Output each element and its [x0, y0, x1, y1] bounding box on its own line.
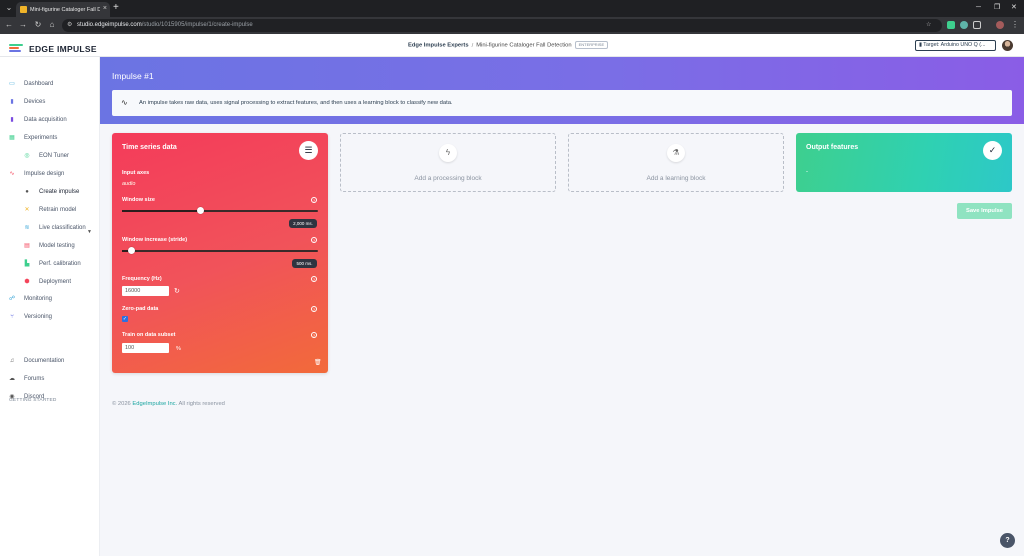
tab-close-icon[interactable]: × [103, 5, 107, 13]
window-size-slider-handle[interactable] [196, 207, 204, 214]
enterprise-badge: ENTERPRISE [574, 41, 609, 49]
maximize-icon[interactable]: ❐ [994, 2, 1000, 14]
window-increase-value: 500 ms. [292, 259, 317, 268]
add-processing-block[interactable]: ϟ Add a processing block [340, 133, 556, 192]
target-device-button[interactable]: ▮ Target: Arduino UNO Q (... [915, 40, 996, 51]
book-icon: ♫ [9, 358, 15, 364]
breadcrumb-project[interactable]: Mini-figurine Cataloger Fall Detection [476, 43, 571, 49]
close-window-icon[interactable]: ✕ [1011, 2, 1017, 14]
new-tab-icon[interactable]: + [113, 2, 119, 14]
window-increase-slider[interactable] [122, 247, 318, 254]
discord-icon: ◉ [9, 394, 15, 400]
window-increase-label: Window increase (stride) [122, 237, 188, 243]
window-size-value: 2,000 ms. [289, 219, 317, 228]
frequency-input[interactable]: 16000 [122, 286, 169, 296]
device-icon: ▮ [10, 99, 14, 105]
add-learning-block[interactable]: ⚗ Add a learning block [568, 133, 784, 192]
help-icon[interactable]: ? [311, 237, 317, 243]
dot-icon: ● [25, 189, 29, 195]
forward-icon[interactable]: → [18, 20, 28, 30]
reload-icon[interactable]: ↻ [33, 20, 43, 30]
edge-impulse-logo-icon[interactable] [9, 44, 23, 54]
breadcrumb-org[interactable]: Edge Impulse Experts [408, 43, 469, 49]
home-icon[interactable]: ⌂ [47, 20, 57, 30]
window-size-label: Window size [122, 197, 155, 203]
site-info-icon[interactable]: ⚙ [67, 21, 72, 30]
refresh-icon[interactable]: ↻ [174, 287, 180, 296]
main-content: Impulse #1 ∿ An impulse takes raw data, … [100, 57, 1024, 556]
output-features-title: Output features [806, 144, 859, 151]
versioning-icon: ⑂ [10, 314, 14, 320]
deployment-icon: ⬢ [24, 279, 30, 285]
page-title: Impulse #1 [112, 71, 154, 81]
chevron-down-icon[interactable]: ▼ [87, 229, 92, 235]
monitoring-icon: ☍ [9, 296, 16, 302]
help-icon[interactable]: ? [311, 197, 317, 203]
checkmark-icon: ✓ [983, 141, 1002, 160]
time-series-card: Time series data ☰ Input axes audio Wind… [112, 133, 328, 373]
tab-favicon-icon [20, 6, 27, 13]
extension-green-icon[interactable] [960, 21, 968, 29]
tab-title: Mini-figurine Cataloger Fall Det... [30, 7, 100, 13]
bookmark-star-icon[interactable]: ☆ [926, 21, 931, 30]
output-features-card: Output features ✓ - [796, 133, 1012, 192]
zero-pad-label: Zero-pad data [122, 306, 159, 312]
back-icon[interactable]: ← [4, 20, 14, 30]
input-axes-value: audio [122, 181, 136, 187]
breadcrumb: Edge Impulse Experts / Mini-figurine Catal… [408, 41, 609, 51]
percent-unit: % [176, 346, 181, 352]
url-text[interactable]: studio.edgeimpulse.com/studio/1015905/im… [77, 21, 253, 30]
calibration-icon: ▙ [24, 261, 30, 267]
help-icon[interactable]: ? [311, 306, 317, 312]
browser-tab-bar: ⌄ Mini-figurine Cataloger Fall Det... × … [0, 0, 1024, 17]
subset-input[interactable]: 100 [122, 343, 169, 353]
trash-icon[interactable]: 🗑 [314, 359, 322, 367]
wave-icon: ∿ [9, 171, 15, 177]
forum-icon: ☁ [9, 376, 15, 382]
retrain-icon: ✕ [24, 207, 30, 213]
logo-text[interactable]: EDGE IMPULSE [29, 44, 97, 55]
time-series-title: Time series data [122, 144, 177, 151]
footer-company-link[interactable]: EdgeImpulse Inc. [132, 401, 177, 407]
monitor-icon: ▭ [9, 81, 15, 87]
minimize-icon[interactable]: ─ [976, 2, 981, 14]
subset-label: Train on data subset [122, 332, 176, 338]
info-box: ∿ An impulse takes raw data, uses signal… [112, 90, 1012, 116]
user-avatar[interactable] [1002, 40, 1013, 51]
testing-icon: ▤ [24, 243, 30, 249]
extension-shield-icon[interactable] [947, 21, 955, 29]
info-text: An impulse takes raw data, uses signal p… [139, 100, 453, 106]
address-bar[interactable]: ⚙ studio.edgeimpulse.com/studio/1015905/… [62, 19, 942, 32]
browser-menu-icon[interactable]: ⋮ [1010, 20, 1020, 30]
add-learning-label: Add a learning block [646, 175, 706, 182]
live-icon: ≋ [24, 225, 30, 231]
browser-tab[interactable]: Mini-figurine Cataloger Fall Det... × [16, 2, 110, 17]
page-banner: Impulse #1 ∿ An impulse takes raw data, … [100, 57, 1024, 124]
database-icon: ☰ [299, 141, 318, 160]
window-size-fill [122, 210, 201, 212]
pulse-icon: ∿ [121, 98, 128, 107]
tuner-icon: ◎ [24, 153, 30, 159]
help-icon[interactable]: ? [311, 332, 317, 338]
lightning-icon: ϟ [439, 144, 457, 162]
window-size-slider[interactable] [122, 207, 318, 214]
help-chat-button[interactable]: ? [1000, 533, 1015, 548]
browser-toolbar: ← → ↻ ⌂ ⚙ studio.edgeimpulse.com/studio/… [0, 17, 1024, 34]
input-axes-label: Input axes [122, 170, 150, 176]
zero-pad-checkbox[interactable]: ✓ [122, 316, 128, 322]
sidebar: ▭ Dashboard ▮ Devices ▮ Data acquisition ▦ E… [0, 57, 100, 556]
extensions-puzzle-icon[interactable] [973, 21, 981, 29]
add-processing-label: Add a processing block [414, 175, 482, 182]
window-increase-slider-handle[interactable] [128, 247, 136, 254]
database-icon: ▮ [10, 117, 14, 123]
footer: © 2026 EdgeImpulse Inc. All rights reser… [112, 401, 225, 407]
output-features-value: - [806, 169, 808, 175]
flask-icon: ⚗ [667, 144, 685, 162]
grid-icon: ▦ [9, 135, 15, 141]
frequency-label: Frequency (Hz) [122, 276, 162, 282]
tab-list-chevron-icon[interactable]: ⌄ [4, 3, 14, 13]
save-impulse-button[interactable]: Save Impulse [957, 203, 1012, 219]
profile-icon[interactable] [996, 21, 1004, 29]
help-icon[interactable]: ? [311, 276, 317, 282]
